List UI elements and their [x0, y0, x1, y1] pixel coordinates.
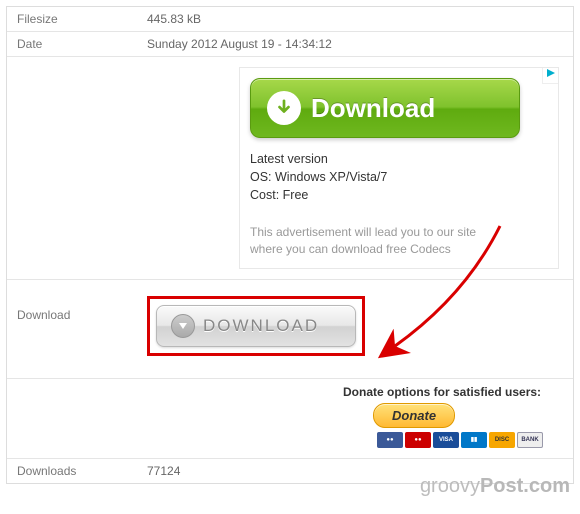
download-button[interactable]: DOWNLOAD [156, 305, 356, 347]
visa-card-icon: VISA [433, 432, 459, 448]
mastercard-icon: ●● [405, 432, 431, 448]
annotation-highlight: DOWNLOAD [147, 296, 365, 356]
adchoices-icon[interactable] [542, 68, 558, 84]
ad-os: OS: Windows XP/Vista/7 [250, 170, 548, 184]
download-label: Download [7, 280, 137, 378]
advertisement-box: Download Latest version OS: Windows XP/V… [239, 67, 559, 269]
download-triangle-icon [171, 314, 195, 338]
ad-download-label: Download [311, 93, 435, 124]
date-value: Sunday 2012 August 19 - 14:34:12 [137, 32, 573, 56]
donate-row: Donate options for satisfied users: Dona… [7, 379, 573, 459]
ad-footer-line1: This advertisement will lead you to our … [250, 224, 548, 241]
date-label: Date [7, 32, 137, 56]
bank-card-icon: BANK [517, 432, 543, 448]
payment-card-icons: ●● ●● VISA ▮▮ DISC BANK [343, 432, 543, 448]
ad-footer-line2: where you can download free Codecs [250, 241, 548, 258]
ad-cost: Cost: Free [250, 188, 548, 202]
filesize-row: Filesize 445.83 kB [7, 7, 573, 32]
filesize-label: Filesize [7, 7, 137, 31]
filesize-value: 445.83 kB [137, 7, 573, 31]
ad-download-button[interactable]: Download [250, 78, 520, 138]
download-button-label: DOWNLOAD [203, 316, 319, 336]
date-row: Date Sunday 2012 August 19 - 14:34:12 [7, 32, 573, 57]
download-arrow-icon [267, 91, 301, 125]
ad-row: Download Latest version OS: Windows XP/V… [7, 57, 573, 280]
discover-card-icon: DISC [489, 432, 515, 448]
maestro-card-icon: ●● [377, 432, 403, 448]
download-row: Download DOWNLOAD [7, 280, 573, 379]
donate-button[interactable]: Donate [373, 403, 455, 428]
watermark: groovyPost.com [420, 475, 570, 498]
donate-label: Donate options for satisfied users: [343, 385, 543, 399]
ad-latest-version: Latest version [250, 152, 548, 166]
downloads-label: Downloads [7, 459, 137, 483]
amex-card-icon: ▮▮ [461, 432, 487, 448]
